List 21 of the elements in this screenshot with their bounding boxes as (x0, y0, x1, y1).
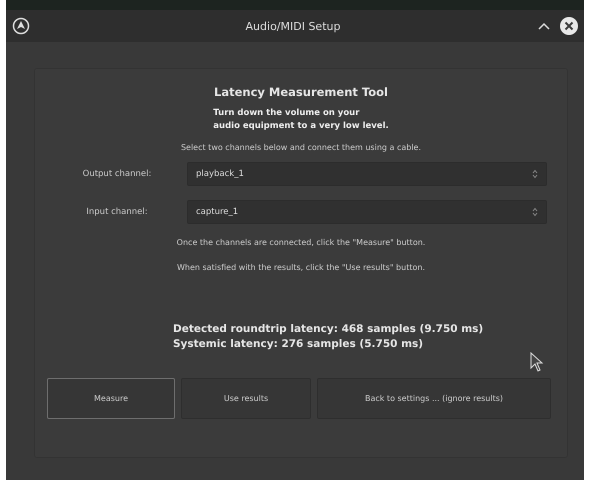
channel-dropdown[interactable]: playback_1 (187, 162, 547, 186)
warning-text: Turn down the volume on your audio equipment to a very low level. (213, 107, 389, 133)
maximize-icon[interactable] (538, 22, 550, 30)
tool-title: Latency Measurement Tool (214, 85, 388, 99)
action-button[interactable]: Use results (181, 378, 311, 419)
spinner-arrows-icon (532, 169, 538, 179)
spinner-arrows-icon (532, 207, 538, 217)
hint-text: Once the channels are connected, click the "Measure" button. (176, 238, 426, 247)
field-label: Output channel: (82, 169, 152, 179)
action-button[interactable]: Back to settings ... (ignore results) (317, 378, 551, 419)
app-icon[interactable] (12, 17, 30, 35)
close-icon[interactable] (560, 17, 578, 35)
mouse-pointer-icon (530, 352, 544, 372)
result-text: Detected roundtrip latency: 468 samples (9.750 ms) (173, 322, 484, 337)
action-button[interactable]: Measure (47, 378, 175, 419)
hint-text: When satisfied with the results, click the "Use results" button. (177, 263, 425, 272)
instruction-text: Select two channels below and connect them using a cable. (180, 143, 422, 152)
field-label: Input channel: (85, 207, 149, 217)
channel-dropdown[interactable]: capture_1 (187, 200, 547, 224)
result-text: Systemic latency: 276 samples (5.750 ms) (173, 337, 424, 352)
window-title: Audio/MIDI Setup (244, 20, 342, 32)
